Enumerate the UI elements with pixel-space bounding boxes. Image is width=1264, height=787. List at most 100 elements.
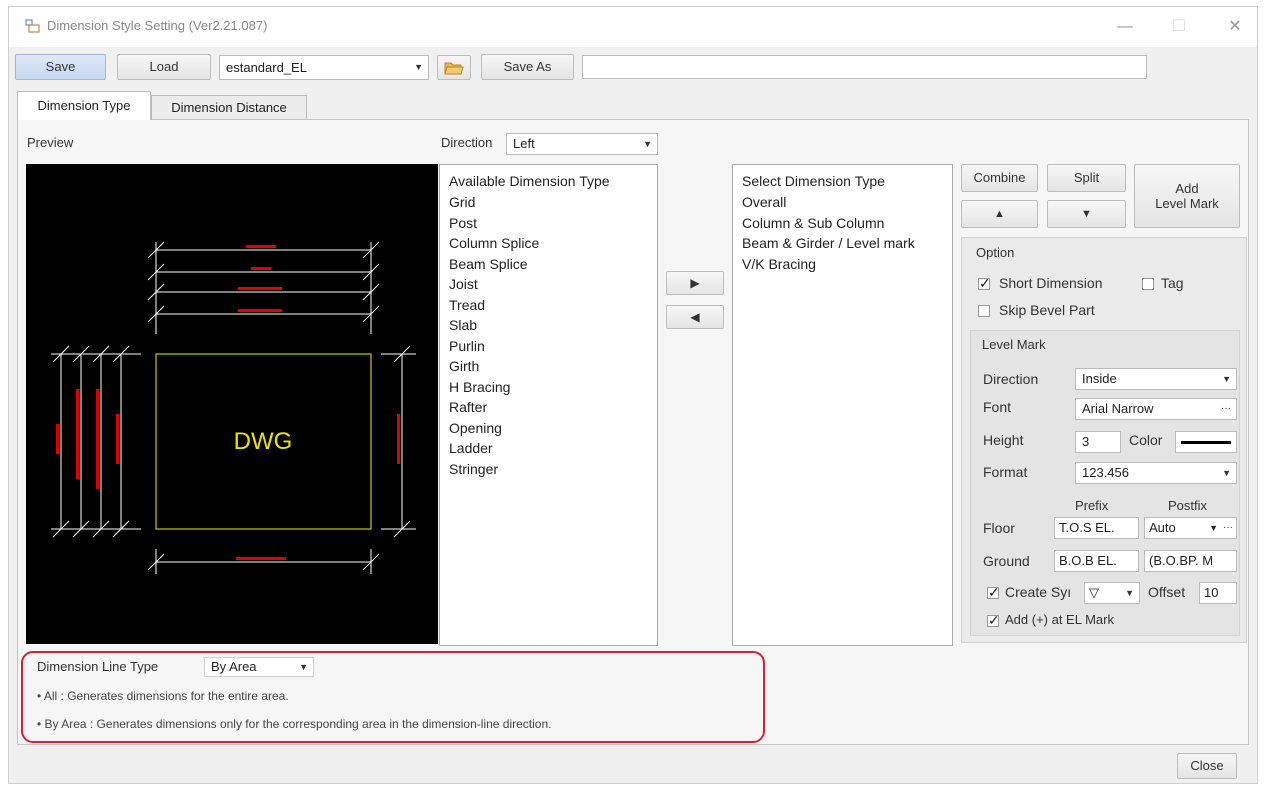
prefix-header: Prefix [1075,498,1109,513]
split-button[interactable]: Split [1047,164,1126,192]
direction-select[interactable]: Left ▼ [506,133,658,155]
postfix-header: Postfix [1168,498,1208,513]
lm-height-input[interactable]: 3 [1075,431,1121,453]
list-item[interactable]: H Bracing [449,377,539,398]
chevron-down-icon: ▼ [1125,588,1134,598]
lm-direction-select[interactable]: Inside ▼ [1075,368,1237,390]
lm-ground-label: Ground [983,553,1030,569]
list-item[interactable]: Beam Splice [449,254,539,275]
folder-icon [444,62,464,75]
lm-height-label: Height [983,432,1024,448]
available-list-header: Available Dimension Type [449,173,610,189]
tab-dimension-type[interactable]: Dimension Type [17,91,151,120]
checkmark-icon: ✓ [988,584,1000,600]
move-up-button[interactable]: ▲ [961,200,1038,228]
load-button[interactable]: Load [117,54,211,80]
floor-postfix-select[interactable]: Auto ▼ ··· [1144,517,1237,539]
combine-button[interactable]: Combine [961,164,1038,192]
preview-drawing: DWG [26,164,438,644]
maximize-button[interactable]: ☐ [1159,13,1199,41]
ground-prefix-input[interactable]: B.O.B EL. [1054,550,1139,572]
move-down-button[interactable]: ▼ [1047,200,1126,228]
save-as-name-input[interactable] [582,55,1147,79]
option-title: Option [976,245,1015,260]
selected-list-header: Select Dimension Type [742,173,885,189]
list-item[interactable]: V/K Bracing [742,254,915,275]
list-item[interactable]: Tread [449,295,539,316]
checkmark-icon: ✓ [988,612,1000,628]
lm-format-select[interactable]: 123.456 ▼ [1075,462,1237,484]
ground-postfix-input[interactable]: (B.O.BP. M [1144,550,1237,572]
create-symbol-checkbox[interactable]: ✓ [987,584,1000,600]
lm-floor-label: Floor [983,520,1015,536]
offset-input[interactable]: 10 [1199,582,1237,604]
list-item[interactable]: Beam & Girder / Level mark [742,233,915,254]
level-mark-group: Level Mark Direction Inside ▼ Font Arial… [970,330,1240,636]
move-right-button[interactable]: ▶ [666,271,724,295]
style-select-value: estandard_EL [226,60,307,75]
app-icon [25,19,40,33]
lm-direction-label: Direction [983,371,1039,387]
close-window-button[interactable]: ✕ [1215,13,1255,41]
list-item[interactable]: Post [449,213,539,234]
direction-select-value: Left [513,136,535,151]
tag-label: Tag [1161,275,1184,291]
selected-items: Overall Column & Sub Column Beam & Girde… [742,192,915,274]
list-item[interactable]: Stringer [449,459,539,480]
add-level-mark-button[interactable]: Add Level Mark [1134,164,1240,228]
available-type-list[interactable]: Available Dimension Type Grid Post Colum… [439,164,658,646]
list-item[interactable]: Column & Sub Column [742,213,915,234]
lm-color-picker[interactable] [1175,431,1237,453]
selected-type-list[interactable]: Select Dimension Type Overall Column & S… [732,164,953,646]
save-as-button[interactable]: Save As [481,54,574,80]
list-item[interactable]: Girth [449,356,539,377]
tag-checkbox[interactable] [1142,278,1154,290]
dialog-window: Dimension Style Setting (Ver2.21.087) — … [8,6,1258,784]
add-level-mark-line1: Add [1175,181,1199,196]
list-item[interactable]: Joist [449,274,539,295]
save-button[interactable]: Save [15,54,106,80]
preview-label: Preview [27,135,74,150]
list-item[interactable]: Slab [449,315,539,336]
lm-direction-value: Inside [1082,371,1117,386]
list-item[interactable]: Column Splice [449,233,539,254]
dimension-line-type-select[interactable]: By Area ▼ [204,657,314,677]
floor-postfix-value: Auto [1149,520,1176,535]
note-all: • All : Generates dimensions for the ent… [37,689,289,703]
option-group: Option ✓ Short Dimension Tag Skip Bevel … [961,237,1247,643]
list-item[interactable]: Opening [449,418,539,439]
lm-format-label: Format [983,464,1028,480]
lm-font-field[interactable]: Arial Narrow ··· [1075,398,1237,420]
add-plus-checkbox[interactable]: ✓ [987,612,1000,628]
list-item[interactable]: Overall [742,192,915,213]
short-dimension-checkbox[interactable]: ✓ [978,275,991,291]
close-button[interactable]: Close [1177,753,1237,779]
chevron-down-icon: ▼ [299,662,308,672]
dimension-line-type-value: By Area [211,659,257,674]
short-dimension-label: Short Dimension [999,275,1103,291]
window-title: Dimension Style Setting (Ver2.21.087) [47,18,268,33]
list-item[interactable]: Grid [449,192,539,213]
tab-dimension-distance[interactable]: Dimension Distance [151,95,307,120]
chevron-down-icon: ▼ [414,62,423,72]
move-left-button[interactable]: ◀ [666,305,724,329]
level-mark-title: Level Mark [982,337,1046,352]
symbol-select[interactable]: ▽ ▼ [1084,582,1140,604]
available-items: Grid Post Column Splice Beam Splice Jois… [449,192,539,479]
browse-icon[interactable]: ··· [1221,399,1231,419]
add-level-mark-line2: Level Mark [1155,196,1219,211]
list-item[interactable]: Ladder [449,438,539,459]
skip-bevel-checkbox[interactable] [978,305,990,317]
symbol-value: ▽ [1089,585,1099,600]
style-select[interactable]: estandard_EL ▼ [219,55,429,80]
browse-icon[interactable]: ··· [1223,518,1233,538]
lm-font-label: Font [983,399,1012,415]
open-folder-button[interactable] [437,55,471,80]
list-item[interactable]: Purlin [449,336,539,357]
floor-prefix-input[interactable]: T.O.S EL. [1054,517,1139,539]
dimension-line-note: Dimension Line Type By Area ▼ • All : Ge… [21,651,765,743]
skip-bevel-label: Skip Bevel Part [999,302,1095,318]
list-item[interactable]: Rafter [449,397,539,418]
minimize-button[interactable]: — [1105,13,1145,41]
checkmark-icon: ✓ [979,275,991,291]
